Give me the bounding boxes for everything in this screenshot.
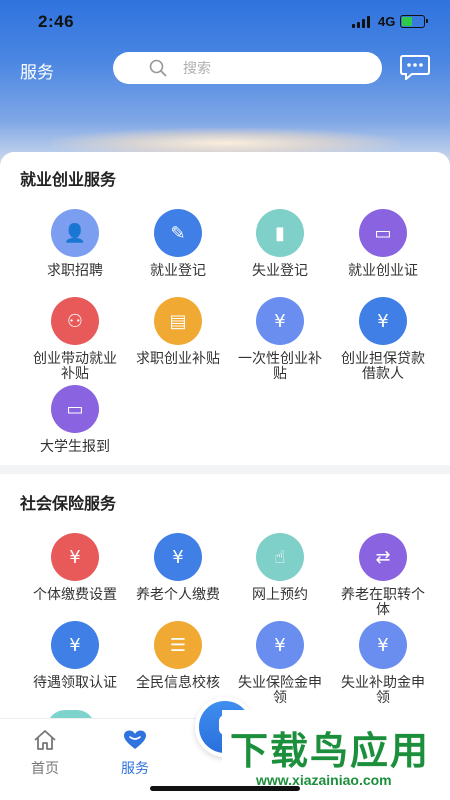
people-subsidy-icon: ⚇: [51, 297, 99, 345]
service-item[interactable]: ☰ 全民信息校核: [128, 621, 228, 690]
tab-services-label: 服务: [121, 760, 149, 776]
service-label: 个体缴费设置: [33, 586, 117, 602]
service-label: 待遇领取认证: [33, 674, 117, 690]
status-bar: 2:46 4G: [0, 0, 450, 44]
wallet-icon: ▤: [154, 297, 202, 345]
appointment-icon: ☝: [256, 533, 304, 581]
edit-document-icon: ✎: [154, 209, 202, 257]
top-nav: 服务: [0, 50, 450, 86]
service-item[interactable]: ⇄ 养老在职转个体: [333, 533, 433, 617]
student-card-icon: ▭: [51, 385, 99, 433]
service-label: 创业担保贷款借款人: [341, 350, 425, 381]
section-title-social-insurance: 社会保险服务: [20, 496, 117, 513]
unemployment-insurance-icon: ¥: [256, 621, 304, 669]
benefit-verify-icon: ¥: [51, 621, 99, 669]
service-label: 大学生报到: [40, 438, 110, 454]
book-icon: ▮: [256, 209, 304, 257]
section-title-employment: 就业创业服务: [20, 172, 117, 189]
info-check-icon: ☰: [154, 621, 202, 669]
status-time: 2:46: [38, 12, 75, 31]
service-item[interactable]: ⚇ 创业带动就业补贴: [25, 297, 125, 381]
money-card-icon: ¥: [256, 297, 304, 345]
job-search-icon: 👤: [51, 209, 99, 257]
service-item[interactable]: 👤 求职招聘: [25, 209, 125, 278]
service-item[interactable]: ▭ 大学生报到: [25, 385, 125, 454]
service-label: 创业带动就业补贴: [33, 350, 117, 381]
service-item[interactable]: ¥ 失业保险金申领: [230, 621, 330, 705]
message-icon[interactable]: [400, 54, 430, 80]
tab-home[interactable]: 首页: [15, 729, 75, 778]
loan-briefcase-icon: ¥: [359, 297, 407, 345]
battery-icon: [400, 15, 428, 28]
search-icon: [149, 59, 167, 77]
service-item[interactable]: ¥ 一次性创业补贴: [230, 297, 330, 381]
service-item[interactable]: ☝ 网上预约: [230, 533, 330, 602]
home-indicator: [150, 786, 300, 791]
tab-home-label: 首页: [31, 760, 59, 776]
service-item[interactable]: ▭ 就业创业证: [333, 209, 433, 278]
service-label: 养老个人缴费: [136, 586, 220, 602]
payment-card-icon: ¥: [51, 533, 99, 581]
home-icon: [34, 730, 56, 750]
service-label: 网上预约: [252, 586, 308, 602]
transfer-icon: ⇄: [359, 533, 407, 581]
id-card-icon: ▭: [359, 209, 407, 257]
service-label: 一次性创业补贴: [238, 350, 322, 381]
network-label: 4G: [378, 14, 396, 29]
service-item[interactable]: ¥ 创业担保贷款借款人: [333, 297, 433, 381]
service-item[interactable]: ✎ 就业登记: [128, 209, 228, 278]
service-item[interactable]: ¥ 个体缴费设置: [25, 533, 125, 602]
service-label: 养老在职转个体: [341, 586, 425, 617]
service-label: 就业登记: [150, 262, 206, 278]
service-item[interactable]: ¥ 待遇领取认证: [25, 621, 125, 690]
service-label: 求职招聘: [47, 262, 103, 278]
section-divider: [0, 465, 450, 474]
search-bar[interactable]: [113, 52, 382, 84]
page-title: 服务: [20, 63, 54, 82]
tab-services[interactable]: 服务: [105, 729, 165, 778]
heart-icon: [124, 730, 146, 749]
search-input[interactable]: [183, 57, 363, 79]
service-label: 全民信息校核: [136, 674, 220, 690]
subsidy-claim-icon: ¥: [359, 621, 407, 669]
pension-pay-icon: ¥: [154, 533, 202, 581]
service-label: 就业创业证: [348, 262, 418, 278]
service-label: 求职创业补贴: [136, 350, 220, 366]
service-item[interactable]: ¥ 养老个人缴费: [128, 533, 228, 602]
watermark-title: 下载鸟应用: [230, 729, 431, 773]
service-item[interactable]: ▤ 求职创业补贴: [128, 297, 228, 366]
service-item[interactable]: ▮ 失业登记: [230, 209, 330, 278]
service-label: 失业补助金申领: [341, 674, 425, 705]
signal-icon: [352, 16, 372, 28]
service-item[interactable]: ¥ 失业补助金申领: [333, 621, 433, 705]
service-label: 失业登记: [252, 262, 308, 278]
